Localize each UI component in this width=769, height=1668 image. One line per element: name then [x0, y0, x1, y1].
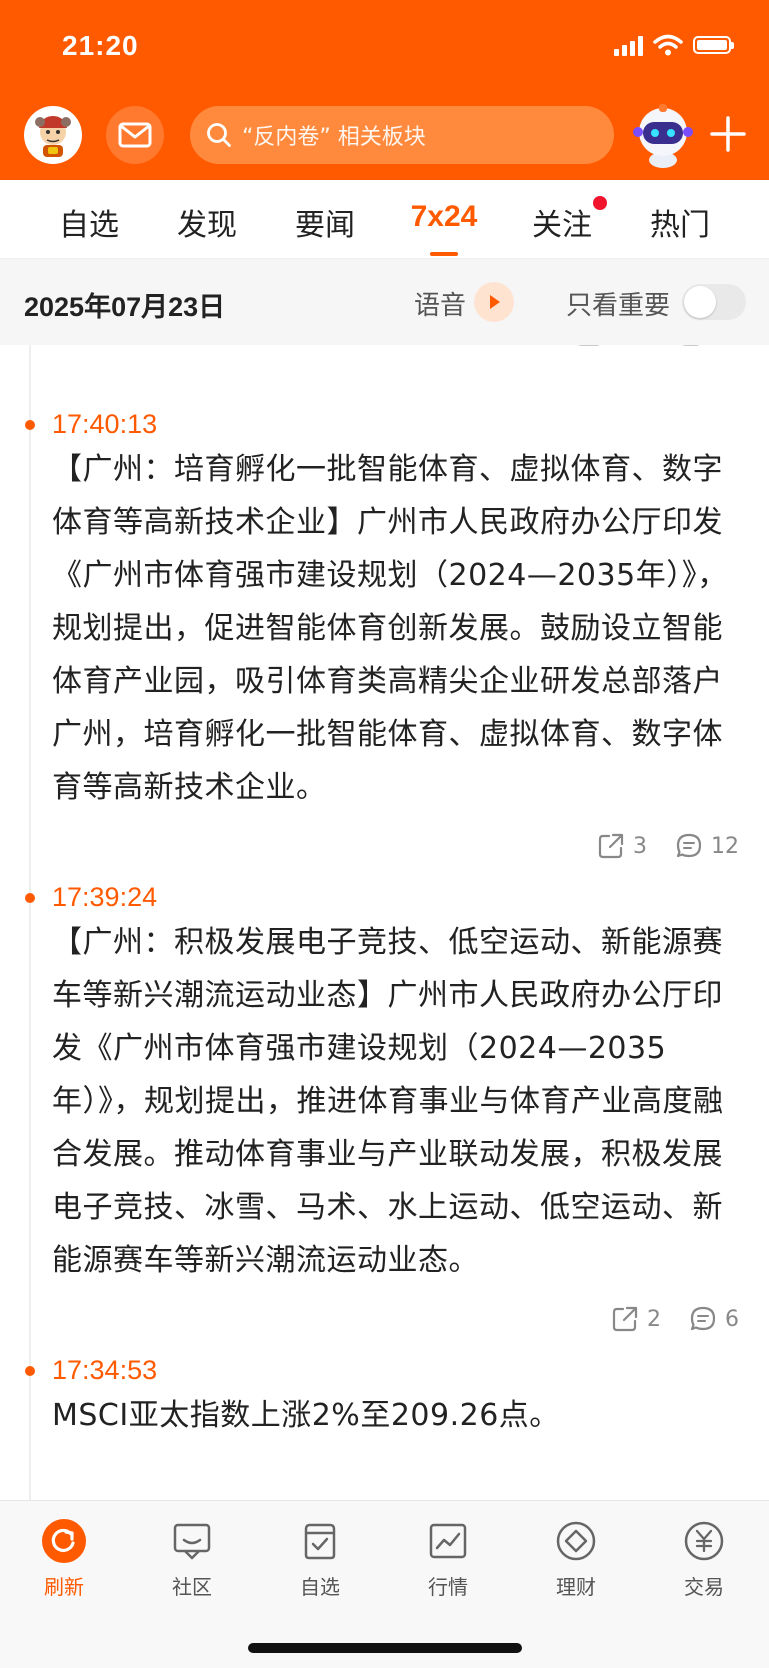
status-time: 21:20	[62, 30, 139, 61]
nav-refresh[interactable]: 刷新	[19, 1519, 109, 1600]
date-bar: 2025年07月23日 语音 只看重要	[0, 259, 769, 345]
share-count: 3	[633, 833, 647, 859]
robot-icon	[633, 104, 693, 168]
watchlist-icon	[298, 1519, 342, 1563]
timeline-dot	[25, 893, 35, 903]
voice-play-button[interactable]	[474, 282, 514, 322]
nav-watchlist[interactable]: 自选	[275, 1519, 365, 1600]
search-placeholder: “反内卷” 相关板块	[242, 125, 426, 150]
add-button[interactable]	[706, 112, 750, 156]
comment-count: 12	[711, 833, 739, 859]
mail-icon	[118, 122, 152, 148]
home-indicator	[248, 1643, 522, 1653]
news-actions: 3 12	[597, 832, 739, 860]
comment-button[interactable]: 6	[689, 1305, 739, 1333]
share-button[interactable]: 3	[597, 832, 647, 860]
refresh-icon	[42, 1519, 86, 1563]
wealth-icon	[554, 1519, 598, 1563]
nav-market[interactable]: 行情	[403, 1519, 493, 1600]
previous-item-actions-icon	[578, 345, 700, 346]
active-tab-indicator	[430, 252, 458, 256]
search-icon	[207, 123, 231, 147]
assistant-robot-button[interactable]	[628, 100, 698, 170]
play-icon	[490, 295, 500, 309]
tab-7x24[interactable]: 7x24	[411, 200, 478, 234]
comment-button[interactable]: 12	[675, 832, 739, 860]
nav-wealth[interactable]: 理财	[531, 1519, 621, 1600]
notification-badge	[593, 196, 607, 210]
avatar[interactable]	[24, 106, 82, 164]
share-count: 2	[647, 1306, 661, 1332]
news-text: 【广州：培育孵化一批智能体育、虚拟体育、数字体育等高新技术企业】广州市人民政府办…	[52, 452, 728, 805]
tab-following[interactable]: 关注	[532, 200, 592, 244]
voice-label: 语音	[414, 291, 467, 321]
status-icons	[614, 34, 734, 56]
nav-label: 交易	[684, 1575, 724, 1599]
comment-icon	[690, 1306, 716, 1331]
news-time: 17:34:53	[52, 1355, 158, 1385]
nav-community[interactable]: 社区	[147, 1519, 237, 1600]
news-actions: 2 6	[611, 1305, 739, 1333]
nav-label: 刷新	[44, 1575, 84, 1599]
channel-tabs: 自选 发现 要闻 7x24 关注 热门	[0, 180, 769, 259]
news-time: 17:39:24	[52, 882, 158, 912]
timeline-line	[29, 345, 31, 1500]
signal-icon	[614, 34, 643, 56]
important-only-toggle[interactable]	[682, 284, 746, 320]
plus-icon	[710, 116, 746, 152]
comment-icon	[676, 833, 702, 858]
share-button[interactable]: 2	[611, 1305, 661, 1333]
mascot-avatar-icon	[35, 116, 71, 157]
share-icon	[612, 1306, 638, 1332]
market-icon	[426, 1519, 470, 1563]
news-time: 17:40:13	[52, 409, 158, 439]
nav-trade[interactable]: 交易	[659, 1519, 749, 1600]
news-text: 【广州：积极发展电子竞技、低空运动、新能源赛车等新兴潮流运动业态】广州市人民政府…	[52, 925, 724, 1278]
trade-icon	[682, 1519, 726, 1563]
nav-label: 行情	[428, 1575, 468, 1599]
tab-watchlist[interactable]: 自选	[59, 200, 119, 244]
share-icon	[598, 833, 624, 859]
feed-date: 2025年07月23日	[24, 292, 226, 322]
comment-count: 6	[725, 1306, 739, 1332]
important-only-label: 只看重要	[566, 291, 671, 321]
timeline-dot	[25, 420, 35, 430]
news-text: MSCI亚太指数上涨2%至209.26点。	[52, 1398, 560, 1433]
tab-headlines[interactable]: 要闻	[295, 200, 355, 244]
timeline-dot	[25, 1366, 35, 1376]
search-bar[interactable]: “反内卷” 相关板块	[190, 106, 614, 164]
tab-discover[interactable]: 发现	[177, 200, 237, 244]
nav-label: 社区	[172, 1575, 212, 1599]
nav-label: 自选	[300, 1575, 340, 1599]
messages-button[interactable]	[106, 106, 164, 164]
wifi-icon	[653, 34, 683, 56]
nav-label: 理财	[556, 1575, 596, 1599]
top-header: 21:20 “反内卷” 相关板块	[0, 0, 769, 180]
battery-icon	[693, 36, 734, 54]
tab-hot[interactable]: 热门	[650, 200, 710, 244]
news-feed[interactable]: 17:40:13 【广州：培育孵化一批智能体育、虚拟体育、数字体育等高新技术企业…	[0, 345, 769, 1500]
community-icon	[170, 1519, 214, 1563]
